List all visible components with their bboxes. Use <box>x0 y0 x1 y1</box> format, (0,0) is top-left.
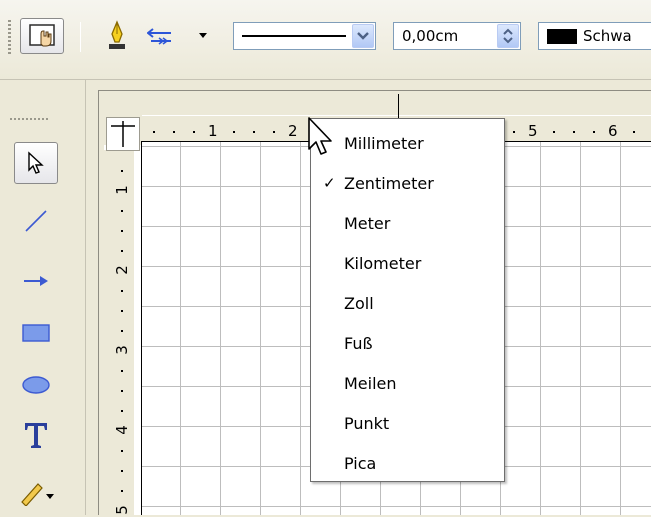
v-ruler-dot <box>121 330 123 332</box>
h-ruler-number: 2 <box>288 122 298 140</box>
v-ruler-dot <box>121 210 123 212</box>
arrow-style-icon <box>147 28 171 45</box>
v-ruler-number: 2 <box>113 265 131 275</box>
h-ruler-dot <box>173 131 175 133</box>
drawing-toolbar <box>0 80 86 515</box>
workspace-frame-left <box>86 80 104 515</box>
v-ruler-dot <box>121 290 123 292</box>
line-width-value: 0,00cm <box>402 27 459 45</box>
text-T-icon <box>25 423 47 448</box>
ellipse-icon <box>22 376 50 394</box>
frame-divider-h <box>98 90 651 91</box>
unit-menu-item[interactable]: Fuß <box>311 323 504 363</box>
text-tool[interactable] <box>14 414 58 456</box>
unit-menu-item[interactable]: Meter <box>311 203 504 243</box>
unit-menu-item-label: Kilometer <box>344 253 422 273</box>
h-ruler-number: 6 <box>608 122 618 140</box>
rectangle-tool[interactable] <box>14 312 58 354</box>
v-ruler-dot <box>121 450 123 452</box>
caret-down-icon <box>199 33 207 38</box>
line-pen-icon <box>109 20 125 49</box>
h-ruler-dot <box>513 131 515 133</box>
points-toggle-button[interactable] <box>20 18 64 54</box>
line-width-spin-buttons[interactable] <box>497 24 519 48</box>
v-ruler-dot <box>121 310 123 312</box>
unit-menu-item-label: Punkt <box>344 413 390 433</box>
v-ruler-dot <box>121 170 123 172</box>
pencil-curve-icon <box>21 483 54 506</box>
line-width-spinner[interactable]: 0,00cm <box>393 22 521 50</box>
v-ruler-number: 3 <box>113 345 131 355</box>
h-ruler-number: 1 <box>208 122 218 140</box>
workspace-frame-top <box>86 80 651 98</box>
line-icon <box>25 210 47 232</box>
arrow-style-button[interactable] <box>146 18 174 54</box>
line-color-combo[interactable]: Schwa <box>538 22 651 50</box>
h-ruler-dot <box>153 131 155 133</box>
h-ruler-dot <box>553 131 555 133</box>
v-ruler-dot <box>121 370 123 372</box>
arrow-pointer-icon <box>28 151 44 174</box>
unit-menu-item[interactable]: Zoll <box>311 283 504 323</box>
curve-tool[interactable] <box>14 470 58 512</box>
chevron-down-icon <box>357 32 369 40</box>
unit-menu-item[interactable]: Millimeter <box>311 123 504 163</box>
v-ruler-dot <box>121 250 123 252</box>
edit-points-icon <box>29 24 55 47</box>
line-style-button[interactable] <box>102 18 132 54</box>
line-color-value: Schwa <box>583 27 632 45</box>
mouse-cursor-icon <box>308 117 332 155</box>
v-ruler-dot <box>121 390 123 392</box>
h-ruler-dot <box>633 131 635 133</box>
ruler-origin[interactable] <box>106 117 140 151</box>
vertical-ruler[interactable]: 12345 <box>104 150 134 515</box>
unit-menu-item-label: Meter <box>344 213 391 233</box>
h-ruler-number: 5 <box>528 122 538 140</box>
h-ruler-dot <box>233 131 235 133</box>
h-ruler-dot <box>193 131 195 133</box>
line-color-swatch <box>547 29 577 44</box>
arrow-style-dropdown[interactable] <box>196 18 210 54</box>
toolbar-separator <box>80 22 81 52</box>
checkmark-icon: ✓ <box>323 174 336 192</box>
unit-menu-item-label: Zoll <box>344 293 374 313</box>
unit-menu-item[interactable]: Punkt <box>311 403 504 443</box>
toolbar-grip[interactable] <box>8 20 11 54</box>
v-ruler-dot <box>121 230 123 232</box>
arrow-right-icon <box>24 276 48 286</box>
v-ruler-dot <box>121 410 123 412</box>
crosshair-icon <box>111 121 135 147</box>
main-toolbar: 0,00cm Schwa <box>0 0 651 80</box>
rectangle-icon <box>22 324 50 342</box>
line-style-combo-arrow[interactable] <box>352 24 374 48</box>
unit-menu-item[interactable]: ✓ Zentimeter <box>311 163 504 203</box>
solid-line-preview <box>242 35 346 37</box>
unit-menu-item[interactable]: Kilometer <box>311 243 504 283</box>
select-tool[interactable] <box>14 142 58 184</box>
ellipse-tool[interactable] <box>14 364 58 406</box>
v-ruler-number: 4 <box>113 425 131 435</box>
unit-menu-item-label: Meilen <box>344 373 397 393</box>
v-ruler-dot <box>121 490 123 492</box>
unit-menu-item-label: Pica <box>344 453 377 473</box>
h-ruler-dot <box>253 131 255 133</box>
h-ruler-dot <box>593 131 595 133</box>
line-tool[interactable] <box>14 200 58 242</box>
v-ruler-number: 1 <box>113 185 131 195</box>
unit-menu-item[interactable]: Meilen <box>311 363 504 403</box>
unit-menu-item-label: Millimeter <box>344 133 424 153</box>
unit-menu-item-label: Zentimeter <box>344 173 434 193</box>
unit-menu-item[interactable]: Pica <box>311 443 504 483</box>
h-ruler-dot <box>273 131 275 133</box>
line-style-combo[interactable] <box>233 22 376 50</box>
unit-menu-item-label: Fuß <box>344 333 373 353</box>
drawing-toolbar-grip[interactable] <box>10 118 48 120</box>
unit-context-menu: Millimeter ✓ Zentimeter Meter Kilometer Zoll F… <box>310 118 505 482</box>
line-arrow-tool[interactable] <box>14 260 58 302</box>
h-ruler-dot <box>573 131 575 133</box>
frame-divider-v <box>98 90 99 515</box>
v-ruler-dot <box>121 470 123 472</box>
spin-updown-icon <box>503 28 513 44</box>
